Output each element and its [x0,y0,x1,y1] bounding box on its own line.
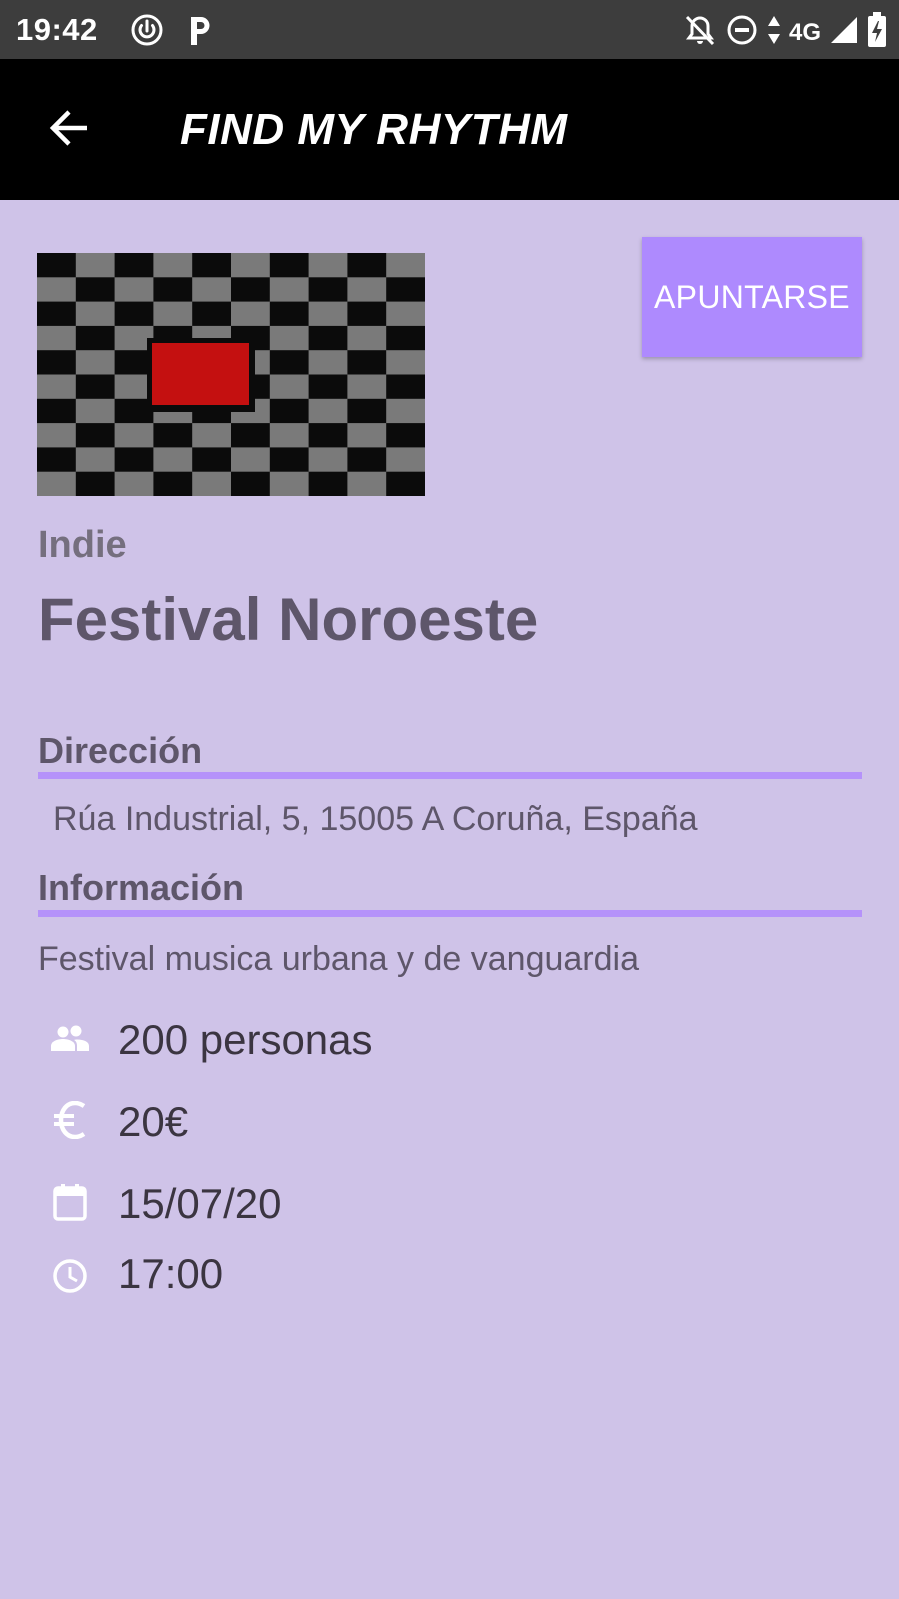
parking-icon [186,13,214,52]
date-text: 15/07/20 [118,1180,282,1227]
address-heading: Dirección [38,730,203,771]
info-heading: Información [38,867,245,908]
status-time: 19:42 [16,12,98,47]
event-genre: Indie [38,524,127,566]
network-type: 4G [788,18,821,46]
price-text: 20€ [118,1098,189,1145]
do-not-disturb-icon [725,13,759,52]
time-row: 17:00 [50,1250,223,1297]
arrow-back-icon [49,108,89,153]
people-icon [50,1018,90,1058]
event-image [37,253,425,496]
clock-icon [50,1256,90,1296]
calendar-icon [50,1182,90,1222]
power-icon [130,13,164,52]
app-bar: FIND MY RHYTHM [0,59,899,200]
date-row: 15/07/20 [50,1180,282,1227]
capacity-row: 200 personas [50,1016,373,1063]
event-title: Festival Noroeste [38,586,539,653]
price-row: 20€ [50,1098,188,1145]
euro-icon [50,1100,90,1140]
info-divider [38,910,862,917]
join-button[interactable]: APUNTARSE [642,237,862,357]
notifications-off-icon [683,13,717,52]
capacity-text: 200 personas [118,1016,373,1063]
back-button[interactable] [44,105,94,155]
signal-icon [829,15,859,50]
data-transfer-icon [767,13,781,52]
status-bar: 19:42 4G [0,0,899,59]
app-title: FIND MY RHYTHM [180,105,568,154]
address-divider [38,772,862,779]
event-description: Festival musica urbana y de vanguardia [38,940,639,978]
event-address: Rúa Industrial, 5, 15005 A Coruña, Españ… [53,800,698,838]
battery-icon [867,12,887,53]
time-text: 17:00 [118,1250,224,1297]
